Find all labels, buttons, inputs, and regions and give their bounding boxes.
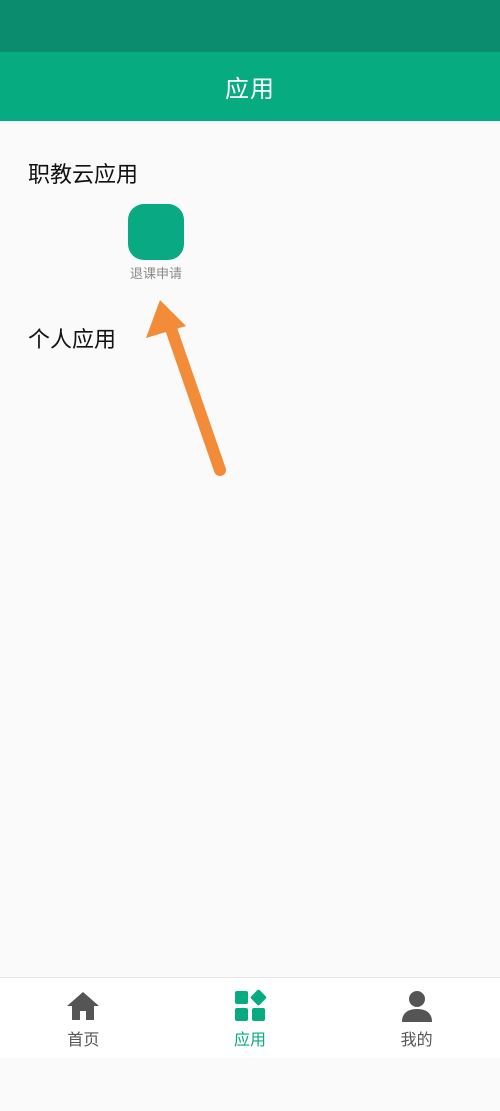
bottom-spacer	[0, 1058, 500, 1111]
app-tile-withdraw-course[interactable]: 退课申请	[118, 204, 194, 284]
home-icon	[67, 992, 100, 1020]
nav-item-apps[interactable]: 应用	[167, 978, 334, 1058]
status-bar	[0, 0, 500, 52]
app-label: 退课申请	[129, 267, 182, 282]
nav-item-home[interactable]: 首页	[0, 978, 167, 1058]
user-icon	[401, 991, 432, 1022]
nav-label-me: 我的	[400, 1030, 433, 1049]
page-title: 应用	[225, 75, 275, 103]
app-icon[interactable]	[128, 204, 184, 260]
nav-item-me[interactable]: 我的	[333, 978, 500, 1058]
nav-label-home: 首页	[67, 1030, 100, 1049]
app-screen: 应用 职教云应用 退课申请 个人应用 首页 应用 我的	[0, 0, 500, 1111]
section-title-cloud-apps: 职教云应用	[28, 163, 139, 188]
nav-label-apps: 应用	[234, 1030, 267, 1049]
apps-grid-icon	[235, 989, 267, 1021]
header-bar: 应用	[0, 52, 500, 121]
annotation-arrow	[146, 300, 226, 476]
bottom-nav: 首页 应用 我的	[0, 977, 500, 1058]
section-title-personal-apps: 个人应用	[28, 328, 117, 353]
